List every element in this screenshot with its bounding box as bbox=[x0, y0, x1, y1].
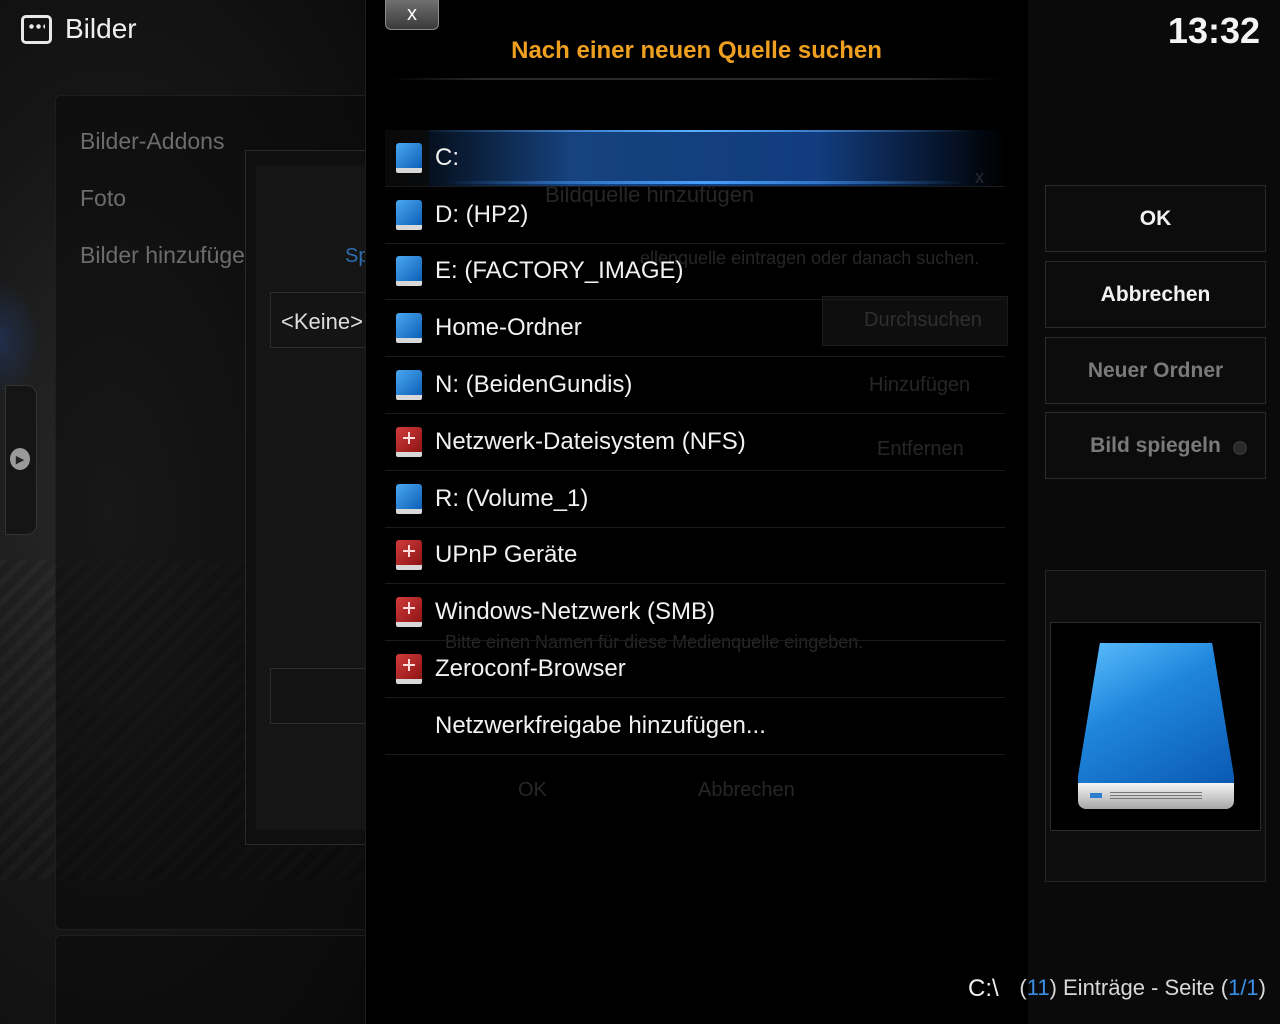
hard-drive-preview-icon bbox=[1078, 643, 1234, 811]
list-item-label: N: (BeidenGundis) bbox=[435, 371, 633, 399]
list-item-c-drive[interactable]: C: bbox=[385, 130, 1005, 187]
chevron-right-icon[interactable]: ▶ bbox=[10, 448, 30, 470]
list-item-r-drive[interactable]: R: (Volume_1) bbox=[385, 471, 1005, 528]
open-paren: ( bbox=[1019, 975, 1027, 1000]
entries-text: ) Einträge - Seite ( bbox=[1049, 975, 1229, 1000]
blue-drive-icon bbox=[396, 483, 422, 514]
blue-drive-icon bbox=[396, 142, 422, 173]
list-item-label: Home-Ordner bbox=[435, 314, 582, 342]
ok-button[interactable]: OK bbox=[1045, 185, 1266, 252]
list-item-n-drive[interactable]: N: (BeidenGundis) bbox=[385, 357, 1005, 414]
list-item-label: E: (FACTORY_IMAGE) bbox=[435, 257, 684, 285]
flip-image-toggle[interactable]: Bild spiegeln bbox=[1045, 412, 1266, 479]
red-network-drive-icon bbox=[396, 540, 422, 571]
bg-menu-item-addons: Bilder-Addons bbox=[80, 128, 225, 154]
list-item-d-drive[interactable]: D: (HP2) bbox=[385, 187, 1005, 244]
bg-menu-item-foto: Foto bbox=[80, 185, 127, 211]
title-divider bbox=[390, 78, 1000, 80]
list-item-nfs[interactable]: Netzwerk-Dateisystem (NFS) bbox=[385, 414, 1005, 471]
close-paren: ) bbox=[1258, 975, 1266, 1000]
bg-source-name-field bbox=[270, 668, 370, 724]
list-item-label: Netzwerk-Dateisystem (NFS) bbox=[435, 427, 746, 455]
flip-image-label: Bild spiegeln bbox=[1090, 433, 1221, 457]
red-network-drive-icon bbox=[396, 654, 422, 685]
list-item-smb[interactable]: Windows-Netzwerk (SMB) bbox=[385, 584, 1005, 642]
list-item-e-drive[interactable]: E: (FACTORY_IMAGE) bbox=[385, 244, 1005, 301]
blue-drive-icon bbox=[396, 256, 422, 287]
list-item-add-network-share[interactable]: Netzwerkfreigabe hinzufügen... bbox=[385, 698, 1005, 755]
clock: 13:32 bbox=[1167, 10, 1260, 51]
dialog-title: Nach einer neuen Quelle suchen bbox=[511, 37, 882, 64]
list-item-upnp[interactable]: UPnP Geräte bbox=[385, 528, 1005, 585]
list-item-zeroconf[interactable]: Zeroconf-Browser bbox=[385, 641, 1005, 698]
entry-count: 11 bbox=[1026, 975, 1050, 1000]
cancel-button[interactable]: Abbrechen bbox=[1045, 261, 1266, 328]
ghost-ok-button: OK bbox=[518, 779, 547, 801]
list-item-label: D: (HP2) bbox=[435, 200, 529, 228]
source-list: C: D: (HP2) E: (FACTORY_IMAGE) Home-Ordn… bbox=[385, 130, 1005, 755]
list-item-label: UPnP Geräte bbox=[435, 541, 578, 569]
blue-drive-icon bbox=[396, 313, 422, 344]
blue-drive-icon bbox=[396, 199, 422, 230]
list-item-label: C: bbox=[435, 143, 459, 171]
background-menu-panel-lower bbox=[55, 935, 375, 1024]
page-number: 1/1 bbox=[1228, 975, 1259, 1000]
list-item-label: Windows-Netzwerk (SMB) bbox=[435, 598, 716, 626]
pictures-app-icon bbox=[21, 15, 52, 44]
close-button[interactable]: x bbox=[385, 0, 439, 30]
list-item-home-folder[interactable]: Home-Ordner bbox=[385, 300, 1005, 358]
list-item-label: Zeroconf-Browser bbox=[435, 655, 626, 683]
red-network-drive-icon bbox=[396, 597, 422, 628]
bg-source-path-field: <Keine> bbox=[270, 292, 370, 348]
current-path: C:\ bbox=[968, 975, 999, 1002]
new-folder-button[interactable]: Neuer Ordner bbox=[1045, 337, 1266, 404]
window-title: Bilder bbox=[65, 13, 137, 44]
page-info: (11) Einträge - Seite (1/1) bbox=[1019, 975, 1266, 1001]
toggle-indicator-icon bbox=[1233, 441, 1247, 455]
blue-drive-icon bbox=[396, 370, 422, 401]
list-item-label: Netzwerkfreigabe hinzufügen... bbox=[435, 711, 766, 739]
list-item-label: R: (Volume_1) bbox=[435, 484, 589, 512]
ghost-cancel-button: Abbrechen bbox=[698, 779, 795, 801]
red-network-drive-icon bbox=[396, 426, 422, 457]
